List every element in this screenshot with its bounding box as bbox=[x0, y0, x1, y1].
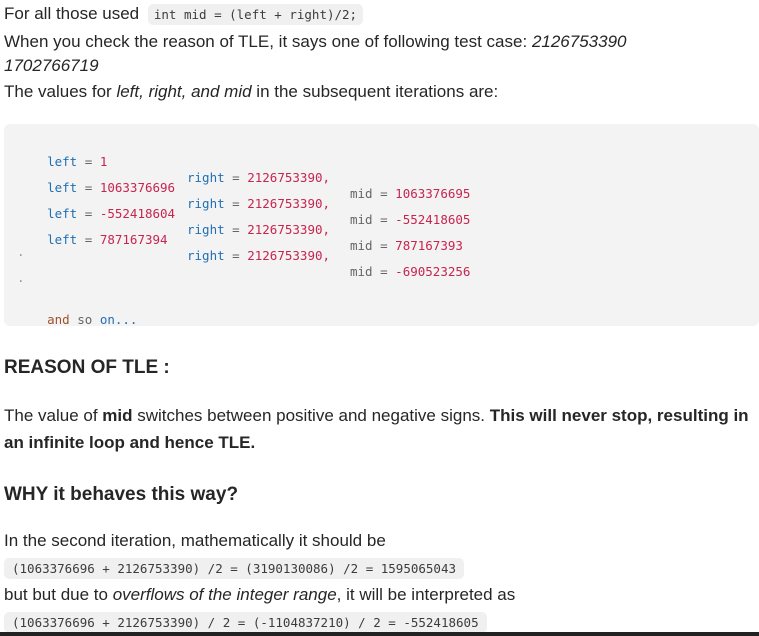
code-text: so bbox=[77, 312, 93, 327]
intro-text: The values for bbox=[4, 82, 117, 101]
intro-line-3: 1702766719 bbox=[4, 54, 99, 78]
code-value: 2126753390, bbox=[247, 248, 331, 263]
why-text: but but due to bbox=[4, 585, 113, 604]
why-emphasis: overflows of the integer range bbox=[112, 585, 337, 604]
code-ellipsis-dot: . bbox=[17, 244, 25, 259]
code-operator: = bbox=[380, 186, 388, 201]
intro-text: in the subsequent iterations are: bbox=[251, 82, 499, 101]
intro-text: For all those used bbox=[4, 4, 140, 23]
code-keyword: right bbox=[187, 222, 225, 237]
code-value: 787167393 bbox=[395, 238, 463, 253]
reason-paragraph: The value of mid switches between positi… bbox=[4, 402, 759, 456]
code-keyword: right bbox=[187, 170, 225, 185]
math-expression-1: (1063376696 + 2126753390) /2 = (31901300… bbox=[4, 558, 465, 579]
code-ellipsis-dot: . bbox=[17, 270, 25, 285]
intro-text: When you check the reason of TLE, it say… bbox=[4, 32, 528, 51]
code-keyword: right bbox=[187, 196, 225, 211]
code-keyword: and bbox=[47, 312, 70, 327]
code-operator: = bbox=[232, 248, 240, 263]
why-heading: WHY it behaves this way? bbox=[4, 484, 239, 505]
code-row: and so on... bbox=[17, 296, 137, 344]
inline-code: int mid = (left + right)/2; bbox=[147, 4, 364, 25]
code-text: on... bbox=[99, 312, 138, 327]
code-value: 2126753390, bbox=[247, 222, 331, 237]
code-value: 787167394 bbox=[99, 232, 168, 247]
intro-emphasis: left, right, and mid bbox=[116, 82, 252, 101]
code-operator: = bbox=[380, 264, 388, 279]
code-operator: = bbox=[84, 232, 93, 247]
code-row: left = 787167394 right = 2126753390, mid… bbox=[17, 216, 470, 296]
code-keyword: mid bbox=[350, 264, 373, 279]
code-operator: = bbox=[232, 196, 240, 211]
why-text: , it will be interpreted as bbox=[336, 585, 516, 604]
code-value: 2126753390, bbox=[247, 196, 331, 211]
code-operator: = bbox=[232, 170, 240, 185]
reason-text: switches between positive and negative s… bbox=[132, 406, 490, 425]
code-value: -552418605 bbox=[395, 212, 471, 227]
code-operator: = bbox=[232, 222, 240, 237]
intro-line-4: The values for left, right, and mid in t… bbox=[4, 80, 498, 104]
test-case-value: 1702766719 bbox=[4, 56, 99, 75]
intro-line-1: For all those used int mid = (left + rig… bbox=[4, 2, 364, 27]
code-keyword: right bbox=[187, 248, 225, 263]
reason-text: The value of bbox=[4, 406, 103, 425]
code-operator: = bbox=[380, 212, 388, 227]
reason-bold: mid bbox=[102, 406, 133, 425]
reason-heading: REASON OF TLE : bbox=[4, 357, 170, 378]
code-value: -690523256 bbox=[395, 264, 471, 279]
test-case-value: 2126753390 bbox=[531, 32, 627, 51]
code-value: 1063376695 bbox=[395, 186, 471, 201]
code-keyword: mid bbox=[350, 212, 373, 227]
why-line-1: In the second iteration, mathematically … bbox=[4, 531, 386, 550]
intro-line-2: When you check the reason of TLE, it say… bbox=[4, 30, 626, 54]
code-value: 2126753390, bbox=[247, 170, 331, 185]
code-keyword: left bbox=[47, 232, 78, 247]
bottom-divider bbox=[0, 632, 759, 636]
code-keyword: mid bbox=[350, 186, 373, 201]
math-expression-2: (1063376696 + 2126753390) / 2 = (-110483… bbox=[4, 612, 487, 633]
code-keyword: mid bbox=[350, 238, 373, 253]
why-line-2: but but due to overflows of the integer … bbox=[4, 583, 515, 607]
code-operator: = bbox=[380, 238, 388, 253]
code-block: left = 1 right = 2126753390, mid = 10633… bbox=[4, 124, 759, 327]
